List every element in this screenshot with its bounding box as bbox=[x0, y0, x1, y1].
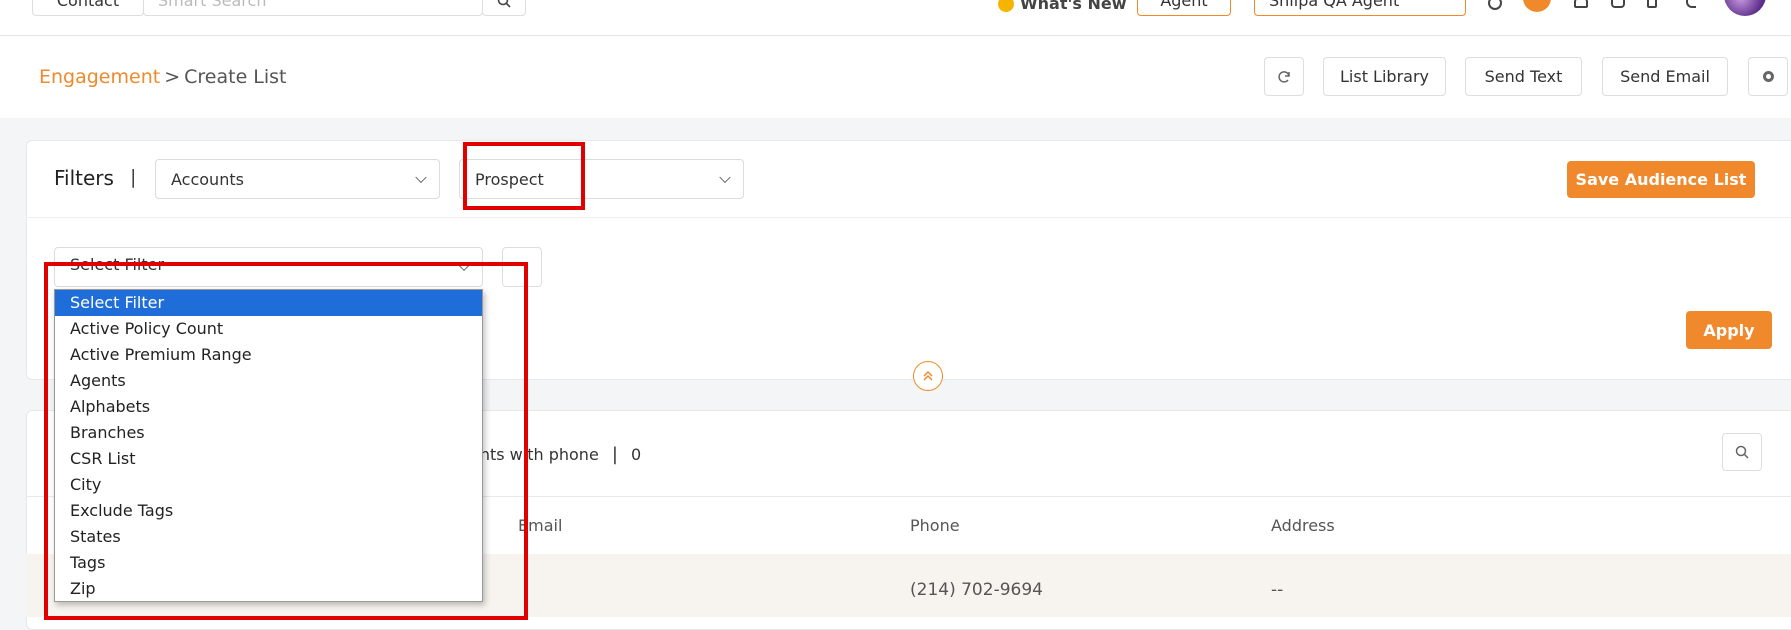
contact-select[interactable]: Contact bbox=[32, 0, 144, 16]
top-bar: Contact Smart Search What's New Agent Sh… bbox=[0, 0, 1791, 36]
filters-title-divider: | bbox=[130, 166, 137, 188]
send-text-label: Send Text bbox=[1484, 67, 1563, 86]
breadcrumb: Engagement > Create List bbox=[39, 66, 287, 88]
apply-label: Apply bbox=[1703, 320, 1755, 340]
settings-button[interactable] bbox=[1748, 57, 1788, 96]
search-icon bbox=[1735, 445, 1749, 459]
list-library-label: List Library bbox=[1340, 67, 1429, 86]
refresh-icon bbox=[1278, 70, 1290, 83]
double-chevron-up-icon bbox=[923, 370, 933, 381]
send-email-button[interactable]: Send Email bbox=[1602, 57, 1728, 96]
breadcrumb-current: Create List bbox=[184, 66, 287, 88]
search-input[interactable]: Smart Search bbox=[143, 0, 483, 16]
search-placeholder: Smart Search bbox=[158, 0, 267, 10]
send-email-label: Send Email bbox=[1620, 67, 1710, 86]
role-select[interactable]: Agent bbox=[1137, 0, 1231, 16]
chevron-down-icon bbox=[415, 171, 427, 184]
list-library-button[interactable]: List Library bbox=[1323, 57, 1446, 96]
avatar[interactable] bbox=[1724, 0, 1766, 16]
results-search-button[interactable] bbox=[1722, 433, 1762, 471]
gear-icon bbox=[1762, 71, 1774, 82]
message-icon[interactable] bbox=[1611, 0, 1625, 8]
whats-new-label: What's New bbox=[1020, 0, 1127, 13]
account-type-value: Accounts bbox=[171, 169, 244, 189]
phone-count-divider: | bbox=[611, 444, 618, 465]
page-header: Engagement > Create List List Library Send… bbox=[0, 36, 1791, 118]
search-button[interactable] bbox=[482, 0, 526, 16]
mobile-icon[interactable] bbox=[1647, 0, 1657, 8]
filters-title: Filters bbox=[54, 166, 114, 190]
account-type-select[interactable]: Accounts bbox=[155, 159, 440, 199]
column-header-phone[interactable]: Phone bbox=[910, 516, 960, 535]
cell-phone: (214) 702-9694 bbox=[910, 580, 1043, 600]
filters-divider bbox=[26, 217, 1791, 218]
chat-icon[interactable] bbox=[1488, 0, 1502, 10]
search-icon bbox=[497, 0, 511, 8]
user-label: Shilpa QA Agent bbox=[1269, 0, 1400, 10]
bulb-icon bbox=[998, 0, 1014, 12]
bell-icon[interactable] bbox=[1574, 0, 1588, 8]
send-text-button[interactable]: Send Text bbox=[1465, 57, 1582, 96]
refresh-button[interactable] bbox=[1264, 57, 1304, 96]
contact-label: Contact bbox=[56, 0, 120, 10]
breadcrumb-parent-link[interactable]: Engagement bbox=[39, 66, 160, 88]
apply-button[interactable]: Apply bbox=[1686, 311, 1772, 349]
collapse-button[interactable] bbox=[913, 361, 943, 391]
chevron-down-icon bbox=[719, 171, 731, 184]
phone-count-value: 0 bbox=[631, 445, 642, 464]
user-select[interactable]: Shilpa QA Agent bbox=[1254, 0, 1466, 16]
whats-new-link[interactable]: What's New bbox=[998, 0, 1127, 13]
cell-address: -- bbox=[1271, 580, 1284, 600]
save-audience-list-label: Save Audience List bbox=[1575, 170, 1747, 189]
breadcrumb-separator: > bbox=[164, 66, 181, 88]
notification-badge-icon[interactable] bbox=[1523, 0, 1551, 12]
save-audience-list-button[interactable]: Save Audience List bbox=[1567, 161, 1755, 198]
phone-icon[interactable] bbox=[1686, 0, 1696, 8]
column-header-address[interactable]: Address bbox=[1271, 516, 1335, 535]
role-label: Agent bbox=[1160, 0, 1208, 10]
highlight-box-status bbox=[463, 142, 585, 210]
highlight-box-filters bbox=[44, 262, 528, 620]
